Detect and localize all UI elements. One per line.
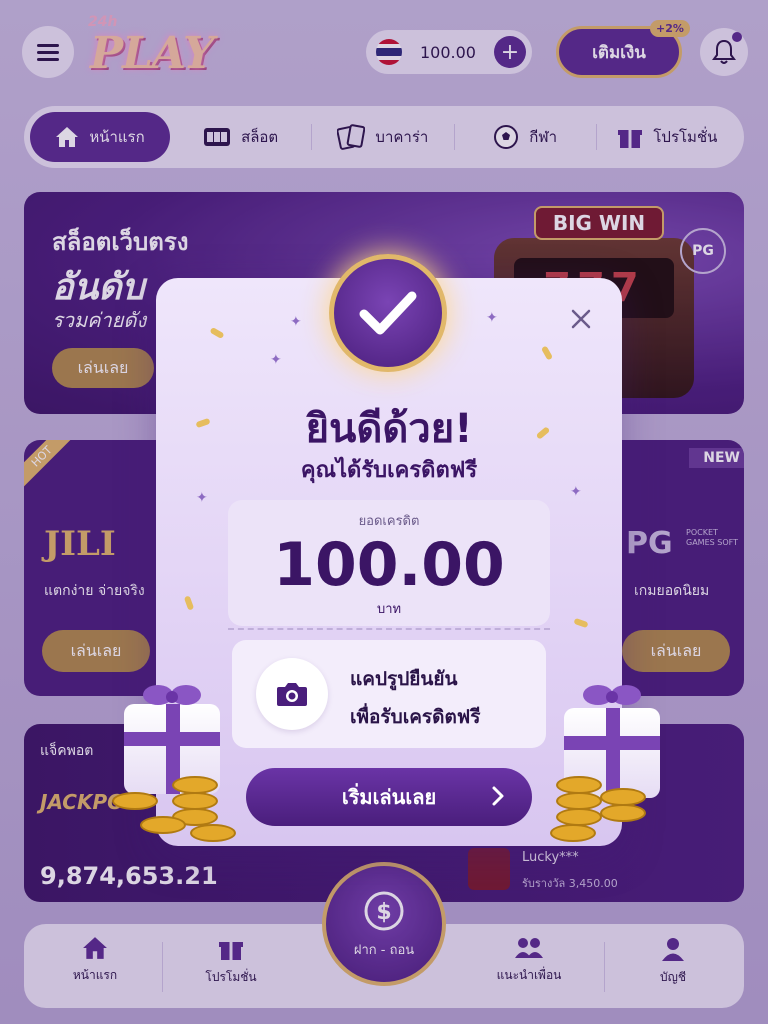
chevron-right-icon [492,786,504,806]
close-icon [571,309,591,329]
gold-coin [550,824,596,842]
checkmark-icon [359,291,417,335]
gold-coin [140,816,186,834]
gold-coin [600,804,646,822]
gold-coin [556,808,602,826]
screenshot-confirm-card[interactable]: แคปรูปยืนยัน เพื่อรับเครดิตฟรี [232,640,546,748]
start-playing-button[interactable]: เริ่มเล่นเลย [246,768,532,826]
gold-coin [190,824,236,842]
dashed-divider [228,628,550,630]
sparkle-icon: ✦ [196,490,208,506]
modal-title: ยินดีด้วย! [305,406,473,452]
gift-bow-icon [143,685,201,705]
credit-unit: บาท [376,602,402,617]
success-badge [329,254,447,372]
credit-label: ยอดเครดิต [358,514,420,529]
camera-button[interactable] [256,658,328,730]
photo-instruction-line-2: เพื่อรับเครดิตฟรี [350,706,481,728]
sparkle-icon: ✦ [290,314,302,330]
sparkle-icon: ✦ [486,310,498,326]
close-modal-button[interactable] [566,304,596,334]
credit-amount: 100.00 [273,530,505,600]
gift-bow-icon [583,685,641,705]
camera-icon [277,683,307,706]
credit-amount-card: ยอดเครดิต 100.00 บาท [228,500,550,626]
modal-subtitle: คุณได้รับเครดิตฟรี [300,458,478,483]
photo-instruction-line-1: แคปรูปยืนยัน [350,668,458,690]
gold-coin [112,792,158,810]
sparkle-icon: ✦ [270,352,282,368]
start-button-label: เริ่มเล่นเลย [341,785,437,809]
